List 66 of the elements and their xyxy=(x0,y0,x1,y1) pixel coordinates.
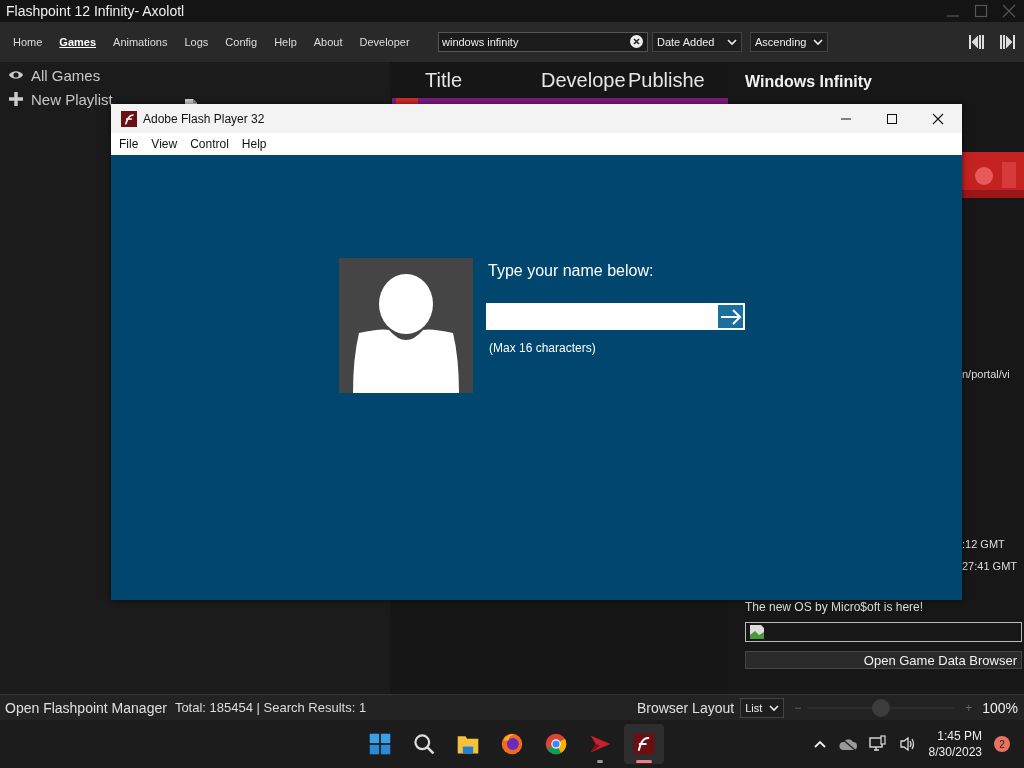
search-field[interactable]: windows infinity xyxy=(438,32,648,52)
nav-tab[interactable]: About xyxy=(306,36,350,48)
submit-button[interactable] xyxy=(716,303,745,330)
hint-text: (Max 16 characters) xyxy=(489,341,597,355)
dropdown[interactable]: Date Added xyxy=(652,32,742,52)
zoom-reading: 100% xyxy=(982,699,1018,716)
column-header[interactable]: Title xyxy=(425,68,541,92)
sidebar-item[interactable]: All Games xyxy=(0,66,390,84)
dropdown[interactable]: List xyxy=(740,697,785,718)
clear-icon[interactable] xyxy=(630,35,643,48)
nav-tab[interactable]: Logs xyxy=(177,36,216,48)
collapse-right-icon[interactable] xyxy=(998,33,1016,51)
globe-icon xyxy=(500,732,524,756)
browser-icon xyxy=(544,732,568,756)
clock[interactable]: 1:45 PM 8/30/2023 xyxy=(928,728,982,760)
taskbar-button[interactable] xyxy=(624,724,664,764)
nav-tab[interactable]: Help xyxy=(267,36,304,48)
running-indicator xyxy=(636,760,652,763)
thumbnail xyxy=(396,98,418,104)
caret-icon xyxy=(769,703,780,712)
maximize-icon[interactable] xyxy=(886,112,898,125)
manager-button[interactable]: Open Flashpoint Manager xyxy=(0,699,167,716)
prompt-text: Type your name below: xyxy=(488,262,655,281)
column-header[interactable]: Publishe xyxy=(628,68,705,92)
nav-tab[interactable]: Config xyxy=(218,36,265,48)
nav-tab[interactable]: Animations xyxy=(106,36,175,48)
search-icon xyxy=(412,732,436,756)
nav-tab[interactable]: Home xyxy=(6,36,50,48)
plus-icon xyxy=(8,91,24,107)
running-indicator xyxy=(597,760,603,763)
detail-text: n/portal/vi xyxy=(962,367,1010,382)
menu-item[interactable]: File xyxy=(119,137,139,151)
close-icon[interactable] xyxy=(932,112,944,125)
layout-label: Browser Layout xyxy=(636,699,735,716)
name-field[interactable] xyxy=(486,303,716,330)
slider-thumb[interactable] xyxy=(872,698,891,717)
window-title: Flashpoint 12 Infinity- Axolotl xyxy=(6,3,185,19)
collapse-left-icon[interactable] xyxy=(968,33,986,51)
menu-item[interactable]: View xyxy=(151,137,178,151)
broken-image-icon xyxy=(749,624,765,640)
detail-text: 27:41 GMT xyxy=(962,559,1018,574)
user-avatar-icon xyxy=(339,258,473,393)
nav-tab[interactable]: Developer xyxy=(352,36,417,48)
cloud-icon[interactable] xyxy=(838,737,857,751)
totals-text: Total: 185454 | Search Results: 1 xyxy=(174,700,367,715)
game-title: Windows Infinity xyxy=(745,73,872,92)
flash-logo-icon xyxy=(121,110,137,127)
column-header[interactable]: Develope xyxy=(541,68,628,92)
description-text: The new OS by Micro$oft is here! xyxy=(745,600,924,614)
menu-item[interactable]: Control xyxy=(190,137,229,151)
arrow-icon xyxy=(719,308,742,325)
sidebar-item[interactable]: New Playlist xyxy=(0,90,116,108)
chevron-up-icon[interactable] xyxy=(812,739,827,749)
flash-logo-icon xyxy=(632,732,656,756)
menu-item[interactable]: Help xyxy=(241,137,267,151)
nav-tab[interactable]: Games xyxy=(52,36,104,48)
open-browser-button[interactable]: Open Game Data Browser xyxy=(745,651,1022,669)
speaker-icon[interactable] xyxy=(898,736,917,752)
caret-icon xyxy=(813,38,823,46)
detail-text: :12 GMT xyxy=(962,537,1005,552)
dropdown[interactable]: Ascending xyxy=(750,32,828,52)
network-icon[interactable] xyxy=(868,735,887,753)
window-title: Adobe Flash Player 32 xyxy=(143,111,265,126)
start-icon xyxy=(368,732,392,756)
caret-icon xyxy=(727,38,737,46)
notification-badge[interactable]: 2 xyxy=(994,736,1010,752)
